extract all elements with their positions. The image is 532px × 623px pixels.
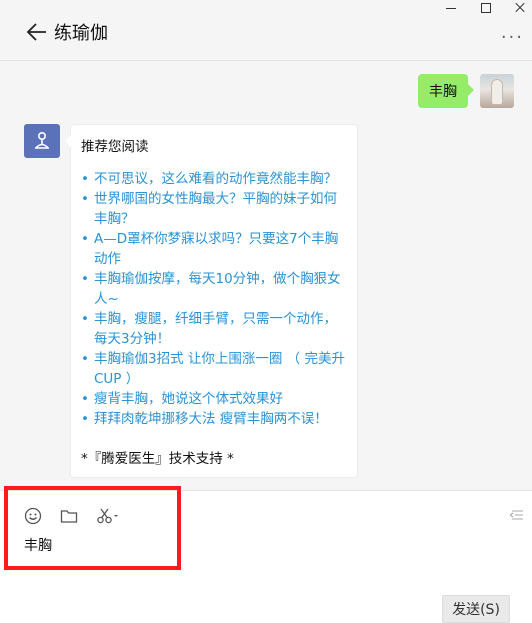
bot-avatar[interactable]: [24, 124, 60, 158]
article-link[interactable]: 丰胸瑜伽3招式 让你上围涨一圈 （ 完美升CUP ）: [81, 349, 347, 389]
highlight-box: [4, 486, 181, 570]
article-link[interactable]: 瘦背丰胸，她说这个体式效果好: [81, 389, 347, 409]
article-link[interactable]: 拜拜肉乾坤挪移大法 瘦臂丰胸两不误！: [81, 409, 347, 429]
article-list: 不可思议，这么难看的动作竟然能丰胸？ 世界哪国的女性胸最大？平胸的妹子如何丰胸？…: [81, 169, 347, 429]
outgoing-bubble: 丰胸: [418, 74, 474, 108]
send-button[interactable]: 发送(S): [442, 595, 510, 623]
expand-icon[interactable]: [510, 509, 524, 521]
article-link[interactable]: A—D罩杯你梦寐以求吗？只要这7个丰胸动作: [81, 229, 347, 269]
close-icon[interactable]: [514, 2, 526, 14]
maximize-icon[interactable]: [480, 2, 492, 14]
more-icon[interactable]: ...: [501, 22, 524, 43]
article-link[interactable]: 丰胸瑜伽按摩，每天10分钟，做个胸狠女人~: [81, 269, 347, 309]
outgoing-message: 丰胸: [418, 74, 514, 108]
user-avatar[interactable]: [480, 74, 514, 108]
incoming-message: 推荐您阅读 不可思议，这么难看的动作竟然能丰胸？ 世界哪国的女性胸最大？平胸的妹…: [24, 124, 358, 478]
article-link[interactable]: 世界哪国的女性胸最大？平胸的妹子如何丰胸？: [81, 189, 347, 229]
window-controls: [446, 2, 526, 16]
card-intro: 推荐您阅读: [81, 139, 149, 155]
article-link[interactable]: 丰胸，瘦腿，纤细手臂，只需一个动作，每天3分钟！: [81, 309, 347, 349]
back-arrow-icon[interactable]: [26, 22, 48, 42]
article-link[interactable]: 不可思议，这么难看的动作竟然能丰胸？: [81, 169, 347, 189]
minimize-icon[interactable]: [446, 2, 458, 14]
yoga-logo-icon: [35, 131, 49, 149]
chat-header: 练瑜伽 ...: [0, 0, 532, 61]
chat-title: 练瑜伽: [54, 23, 108, 44]
recommend-card: 推荐您阅读 不可思议，这么难看的动作竟然能丰胸？ 世界哪国的女性胸最大？平胸的妹…: [65, 124, 358, 478]
card-footer: *『腾爱医生』技术支持 *: [81, 451, 234, 467]
